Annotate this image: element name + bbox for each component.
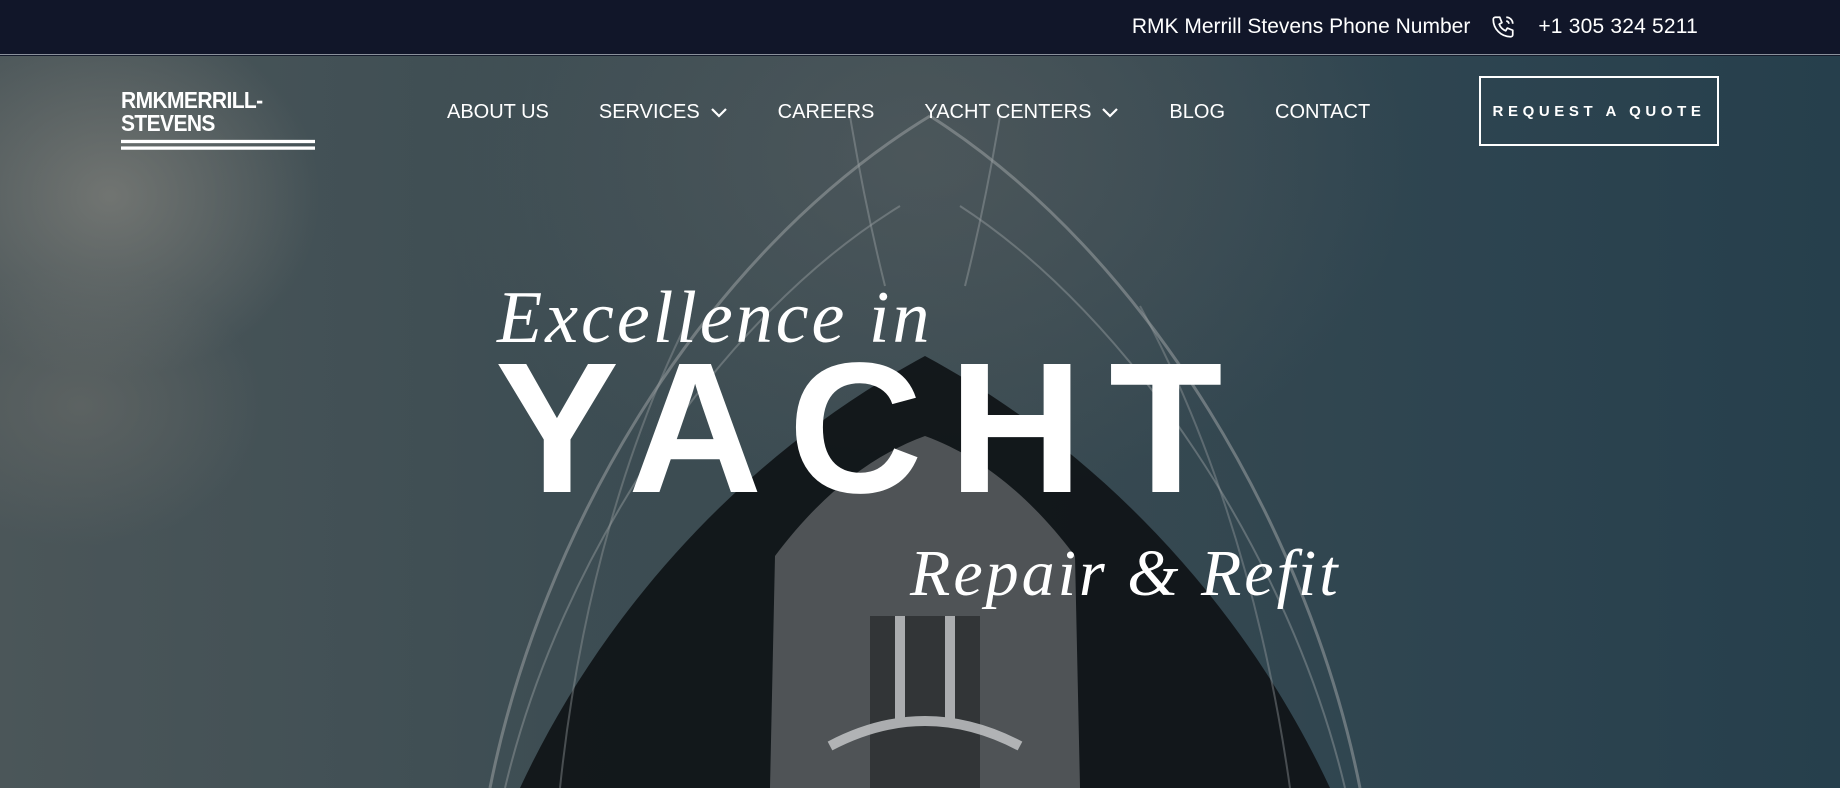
nav-label: CONTACT <box>1275 101 1371 123</box>
nav-label: BLOG <box>1169 101 1225 123</box>
chevron-down-icon[interactable] <box>710 107 728 119</box>
phone-number-link[interactable]: +1 305 324 5211 <box>1538 15 1698 39</box>
nav-services[interactable]: SERVICES <box>599 101 728 124</box>
top-bar: RMK Merrill Stevens Phone Number +1 305 … <box>0 0 1840 55</box>
nav-label: YACHT CENTERS <box>924 101 1092 123</box>
nav-careers[interactable]: CAREERS <box>778 101 875 124</box>
nav-label: SERVICES <box>598 101 700 123</box>
phone-label: RMK Merrill Stevens Phone Number <box>1131 15 1471 38</box>
request-quote-button[interactable]: REQUEST A QUOTE <box>1479 76 1719 146</box>
logo-rule <box>121 146 315 150</box>
hero-headline-line2: YACHT <box>495 325 1249 532</box>
main-nav: ABOUT US SERVICES CAREERS YACHT CENTERS … <box>447 101 1370 124</box>
nav-about-us[interactable]: ABOUT US <box>447 101 549 124</box>
logo-text: RMKMERRILL-STEVENS <box>121 88 263 137</box>
phone-icon[interactable] <box>1490 14 1516 40</box>
hero-section: RMKMERRILL-STEVENS ABOUT US SERVICES CAR… <box>0 56 1840 788</box>
hero-headline-line3: Repair & Refit <box>910 537 1341 610</box>
nav-blog[interactable]: BLOG <box>1169 101 1225 124</box>
nav-yacht-centers[interactable]: YACHT CENTERS <box>924 101 1119 124</box>
logo[interactable]: RMKMERRILL-STEVENS <box>121 89 315 150</box>
nav-label: ABOUT US <box>447 101 549 123</box>
chevron-down-icon[interactable] <box>1101 107 1119 119</box>
logo-rule <box>121 139 315 144</box>
nav-contact[interactable]: CONTACT <box>1275 101 1370 124</box>
nav-label: CAREERS <box>777 101 875 123</box>
